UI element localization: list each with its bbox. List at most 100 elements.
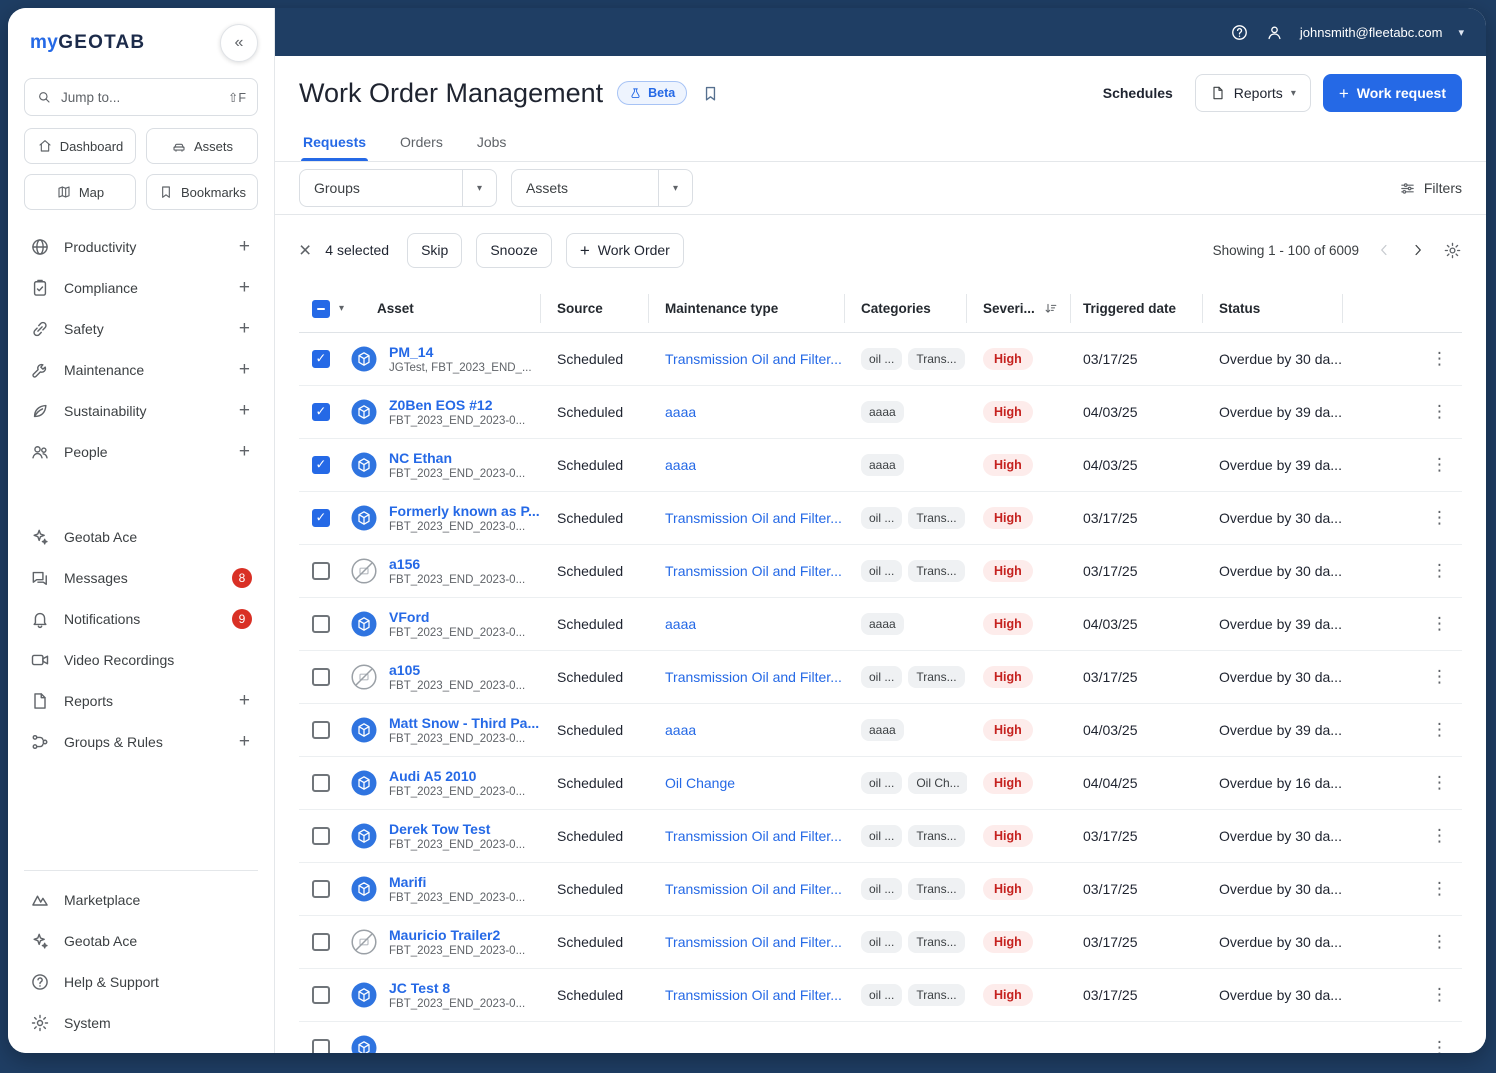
- asset-name-link[interactable]: PM_14: [389, 344, 532, 360]
- gear-icon[interactable]: [1443, 241, 1462, 260]
- plus-icon[interactable]: +: [239, 731, 252, 753]
- sidebar-item-maintenance[interactable]: Maintenance +: [24, 349, 258, 390]
- bookmark-icon[interactable]: [701, 84, 720, 103]
- sidebar-item-compliance[interactable]: Compliance +: [24, 267, 258, 308]
- plus-icon[interactable]: +: [239, 318, 252, 340]
- maintenance-type-link[interactable]: Transmission Oil and Filter...: [665, 881, 842, 897]
- assets-select[interactable]: Assets ▾: [511, 169, 693, 207]
- kebab-menu-icon[interactable]: ⋮: [1431, 349, 1448, 369]
- skip-button[interactable]: Skip: [407, 232, 463, 268]
- plus-icon[interactable]: +: [239, 441, 252, 463]
- table-row[interactable]: PM_14 JGTest, FBT_2023_END_... Scheduled…: [299, 333, 1462, 386]
- tab-orders[interactable]: Orders: [398, 122, 445, 161]
- chevron-down-icon[interactable]: ▾: [339, 303, 344, 314]
- plus-icon[interactable]: +: [239, 690, 252, 712]
- user-icon[interactable]: [1265, 23, 1284, 42]
- kebab-menu-icon[interactable]: ⋮: [1431, 1038, 1448, 1053]
- asset-name-link[interactable]: JC Test 8: [389, 980, 525, 996]
- table-row[interactable]: Derek Tow Test FBT_2023_END_2023-0... Sc…: [299, 810, 1462, 863]
- maintenance-type-link[interactable]: Transmission Oil and Filter...: [665, 510, 842, 526]
- maintenance-type-link[interactable]: aaaa: [665, 722, 696, 738]
- sidebar-item-system[interactable]: System: [24, 1002, 258, 1043]
- table-row[interactable]: Audi A5 2010 FBT_2023_END_2023-0... Sche…: [299, 757, 1462, 810]
- maintenance-type-link[interactable]: Transmission Oil and Filter...: [665, 987, 842, 1003]
- asset-name-link[interactable]: NC Ethan: [389, 450, 525, 466]
- sidebar-item-messages[interactable]: Messages 8: [24, 557, 258, 598]
- chevron-right-icon[interactable]: [1409, 241, 1427, 259]
- user-email[interactable]: johnsmith@fleetabc.com: [1300, 25, 1443, 40]
- reports-dropdown-button[interactable]: Reports ▾: [1194, 74, 1311, 112]
- chevron-down-icon[interactable]: ▾: [658, 170, 692, 206]
- column-header-maintenance-type[interactable]: Maintenance type: [649, 285, 845, 332]
- column-header-categories[interactable]: Categories: [845, 285, 967, 332]
- kebab-menu-icon[interactable]: ⋮: [1431, 773, 1448, 793]
- maintenance-type-link[interactable]: Transmission Oil and Filter...: [665, 669, 842, 685]
- plus-icon[interactable]: +: [239, 277, 252, 299]
- quick-link-bookmarks[interactable]: Bookmarks: [146, 174, 258, 210]
- plus-icon[interactable]: +: [239, 359, 252, 381]
- chevron-left-icon[interactable]: [1375, 241, 1393, 259]
- asset-name-link[interactable]: a105: [389, 662, 525, 678]
- maintenance-type-link[interactable]: aaaa: [665, 404, 696, 420]
- row-checkbox[interactable]: [312, 509, 330, 527]
- chevron-down-icon[interactable]: ▾: [1458, 26, 1464, 39]
- sidebar-item-help-support[interactable]: Help & Support: [24, 961, 258, 1002]
- maintenance-type-link[interactable]: Oil Change: [665, 775, 735, 791]
- sidebar-item-safety[interactable]: Safety +: [24, 308, 258, 349]
- kebab-menu-icon[interactable]: ⋮: [1431, 455, 1448, 475]
- table-row[interactable]: a156 FBT_2023_END_2023-0... Scheduled Tr…: [299, 545, 1462, 598]
- maintenance-type-link[interactable]: Transmission Oil and Filter...: [665, 828, 842, 844]
- asset-name-link[interactable]: Formerly known as P...: [389, 503, 540, 519]
- add-work-order-button[interactable]: + Work Order: [565, 232, 684, 268]
- plus-icon[interactable]: +: [239, 400, 252, 422]
- chevron-down-icon[interactable]: ▾: [462, 170, 496, 206]
- row-checkbox[interactable]: [312, 986, 330, 1004]
- kebab-menu-icon[interactable]: ⋮: [1431, 614, 1448, 634]
- kebab-menu-icon[interactable]: ⋮: [1431, 561, 1448, 581]
- sidebar-item-geotab-ace[interactable]: Geotab Ace: [24, 920, 258, 961]
- row-checkbox[interactable]: [312, 350, 330, 368]
- tab-requests[interactable]: Requests: [301, 122, 369, 161]
- quick-link-assets[interactable]: Assets: [146, 128, 258, 164]
- asset-name-link[interactable]: Marifi: [389, 874, 525, 890]
- kebab-menu-icon[interactable]: ⋮: [1431, 932, 1448, 952]
- maintenance-type-link[interactable]: Transmission Oil and Filter...: [665, 351, 842, 367]
- table-row[interactable]: a105 FBT_2023_END_2023-0... Scheduled Tr…: [299, 651, 1462, 704]
- sidebar-item-notifications[interactable]: Notifications 9: [24, 598, 258, 639]
- table-row[interactable]: VFord FBT_2023_END_2023-0... Scheduled a…: [299, 598, 1462, 651]
- kebab-menu-icon[interactable]: ⋮: [1431, 720, 1448, 740]
- sidebar-item-geotab-ace[interactable]: Geotab Ace: [24, 516, 258, 557]
- row-checkbox[interactable]: [312, 615, 330, 633]
- table-row[interactable]: Mauricio Trailer2 FBT_2023_END_2023-0...…: [299, 916, 1462, 969]
- sidebar-item-reports[interactable]: Reports +: [24, 680, 258, 721]
- maintenance-type-link[interactable]: Transmission Oil and Filter...: [665, 934, 842, 950]
- sidebar-item-marketplace[interactable]: Marketplace: [24, 879, 258, 920]
- table-row[interactable]: Z0Ben EOS #12 FBT_2023_END_2023-0... Sch…: [299, 386, 1462, 439]
- quick-link-dashboard[interactable]: Dashboard: [24, 128, 136, 164]
- asset-name-link[interactable]: Z0Ben EOS #12: [389, 397, 525, 413]
- row-checkbox[interactable]: [312, 562, 330, 580]
- row-checkbox[interactable]: [312, 933, 330, 951]
- kebab-menu-icon[interactable]: ⋮: [1431, 667, 1448, 687]
- sidebar-item-sustainability[interactable]: Sustainability +: [24, 390, 258, 431]
- table-row[interactable]: Formerly known as P... FBT_2023_END_2023…: [299, 492, 1462, 545]
- column-header-triggered-date[interactable]: Triggered date: [1071, 285, 1203, 332]
- sidebar-collapse-button[interactable]: «: [220, 24, 258, 62]
- kebab-menu-icon[interactable]: ⋮: [1431, 879, 1448, 899]
- row-checkbox[interactable]: [312, 668, 330, 686]
- row-checkbox[interactable]: [312, 721, 330, 739]
- row-checkbox[interactable]: [312, 403, 330, 421]
- asset-name-link[interactable]: a156: [389, 556, 525, 572]
- maintenance-type-link[interactable]: aaaa: [665, 457, 696, 473]
- groups-select[interactable]: Groups ▾: [299, 169, 497, 207]
- quick-link-map[interactable]: Map: [24, 174, 136, 210]
- kebab-menu-icon[interactable]: ⋮: [1431, 985, 1448, 1005]
- jump-to-search[interactable]: Jump to... ⇧F: [24, 78, 258, 116]
- row-checkbox[interactable]: [312, 456, 330, 474]
- asset-name-link[interactable]: Audi A5 2010: [389, 768, 525, 784]
- column-header-source[interactable]: Source: [541, 285, 649, 332]
- snooze-button[interactable]: Snooze: [476, 232, 552, 268]
- sort-icon[interactable]: [1043, 301, 1058, 316]
- asset-name-link[interactable]: Derek Tow Test: [389, 821, 525, 837]
- filters-button[interactable]: Filters: [1399, 180, 1462, 197]
